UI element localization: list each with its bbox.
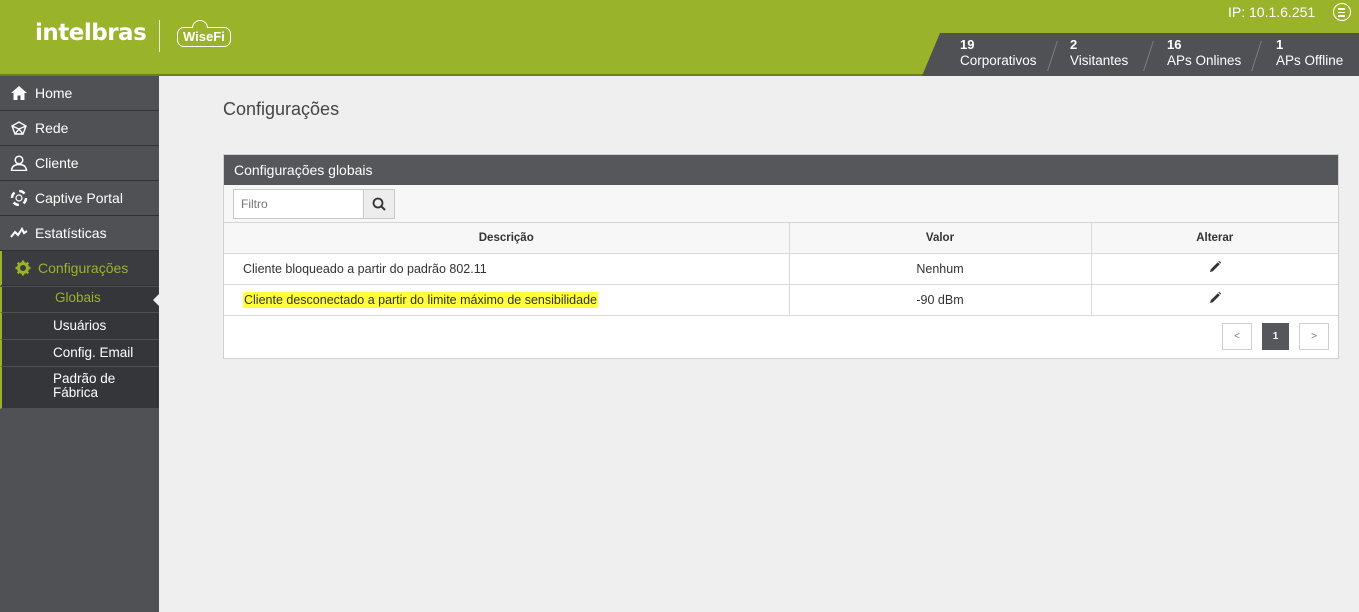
network-icon	[11, 121, 27, 135]
lifebuoy-icon	[10, 190, 28, 206]
stat-divider	[1047, 41, 1058, 71]
panel-title: Configurações globais	[224, 155, 1338, 185]
stat-aps-offline[interactable]: 1 APs Offline	[1276, 37, 1343, 69]
sidebar-item-cliente[interactable]: Cliente	[0, 146, 159, 181]
table-row: Cliente desconectado a partir do limite …	[224, 284, 1338, 316]
cell-value: -90 dBm	[789, 284, 1092, 316]
column-header-descricao[interactable]: Descrição	[224, 223, 790, 254]
home-icon	[11, 86, 27, 100]
stat-value: 16	[1167, 37, 1182, 52]
gear-icon	[15, 260, 31, 276]
pencil-icon[interactable]	[1208, 260, 1222, 274]
submenu-item-label: Globais	[55, 290, 101, 305]
ip-address: IP: 10.1.6.251	[1228, 4, 1316, 20]
stat-label: Corporativos	[960, 53, 1037, 68]
pencil-icon[interactable]	[1208, 291, 1222, 305]
cell-description: Cliente bloqueado a partir do padrão 802…	[224, 253, 790, 285]
stat-visitantes[interactable]: 2 Visitantes	[1070, 37, 1128, 69]
sidebar-item-label: Cliente	[35, 155, 79, 171]
global-settings-panel: Configurações globais Descrição Valor Al…	[223, 154, 1339, 359]
stat-label: Visitantes	[1070, 53, 1129, 68]
sidebar-item-label: Rede	[35, 120, 69, 136]
submenu-item-label: Config. Email	[53, 345, 134, 360]
menu-icon[interactable]	[1333, 3, 1351, 21]
settings-table: Descrição Valor Alterar Cliente bloquead…	[224, 223, 1338, 316]
submenu-item-config-email[interactable]: Config. Email	[0, 340, 159, 367]
stat-value: 2	[1070, 37, 1078, 52]
submenu-item-padrao-de-fabrica[interactable]: Padrão de Fábrica	[0, 367, 159, 409]
submenu-item-usuarios[interactable]: Usuários	[0, 313, 159, 340]
edit-cell	[1091, 253, 1338, 285]
wisefi-logo: WiseFi	[177, 27, 231, 47]
sidebar-item-rede[interactable]: Rede	[0, 111, 159, 146]
stat-aps-online[interactable]: 16 APs Onlines	[1167, 37, 1241, 69]
stats-bar: 19 Corporativos 2 Visitantes 16 APs Onli…	[922, 33, 1359, 76]
cell-description: Cliente desconectado a partir do limite …	[224, 284, 790, 316]
submenu-item-label: Padrão de Fábrica	[53, 371, 116, 400]
pagination-page-current[interactable]: 1	[1262, 323, 1289, 350]
filter-bar	[224, 185, 1338, 223]
logo-divider	[159, 20, 160, 52]
stat-value: 19	[960, 37, 975, 52]
table-header-row: Descrição Valor Alterar	[224, 223, 1338, 254]
intelbras-logo: intelbras	[35, 20, 147, 46]
stat-label: APs Offline	[1276, 53, 1344, 68]
stat-label: APs Onlines	[1167, 53, 1242, 68]
sidebar: Home Rede Cliente Captive Portal Estatís…	[0, 76, 160, 612]
sidebar-item-configuracoes[interactable]: Configurações	[0, 251, 159, 286]
search-icon	[372, 197, 386, 211]
sidebar-item-label: Captive Portal	[35, 190, 123, 206]
sidebar-item-captive-portal[interactable]: Captive Portal	[0, 181, 159, 216]
user-icon	[10, 155, 28, 171]
sidebar-item-estatisticas[interactable]: Estatísticas	[0, 216, 159, 251]
stat-value: 1	[1276, 37, 1284, 52]
active-indicator-arrow	[153, 293, 160, 307]
column-header-alterar: Alterar	[1091, 223, 1338, 254]
stat-divider	[1143, 41, 1154, 71]
filter-input[interactable]	[233, 189, 364, 219]
wisefi-arc-icon	[192, 20, 208, 28]
cell-value: Nenhum	[789, 253, 1092, 285]
column-header-valor[interactable]: Valor	[789, 223, 1092, 254]
highlighted-text: Cliente desconectado a partir do limite …	[243, 291, 598, 308]
page-title: Configurações	[223, 99, 340, 119]
stat-corporativos[interactable]: 19 Corporativos	[960, 37, 1037, 69]
pagination-next-button[interactable]: >	[1299, 323, 1329, 350]
sidebar-item-home[interactable]: Home	[0, 76, 159, 111]
sidebar-item-label: Home	[35, 85, 73, 101]
submenu-item-label: Usuários	[53, 318, 107, 333]
sidebar-item-label: Estatísticas	[35, 225, 107, 241]
chart-line-icon	[10, 227, 28, 238]
submenu-item-globais[interactable]: Globais	[0, 287, 159, 313]
top-header: intelbras WiseFi IP: 10.1.6.251 19 Corpo…	[0, 0, 1359, 76]
sidebar-item-label: Configurações	[38, 260, 129, 276]
stat-divider	[1251, 41, 1262, 71]
table-row: Cliente bloqueado a partir do padrão 802…	[224, 253, 1338, 285]
edit-cell	[1091, 284, 1338, 316]
search-button[interactable]	[363, 189, 395, 219]
pagination-prev-button[interactable]: <	[1222, 323, 1252, 350]
